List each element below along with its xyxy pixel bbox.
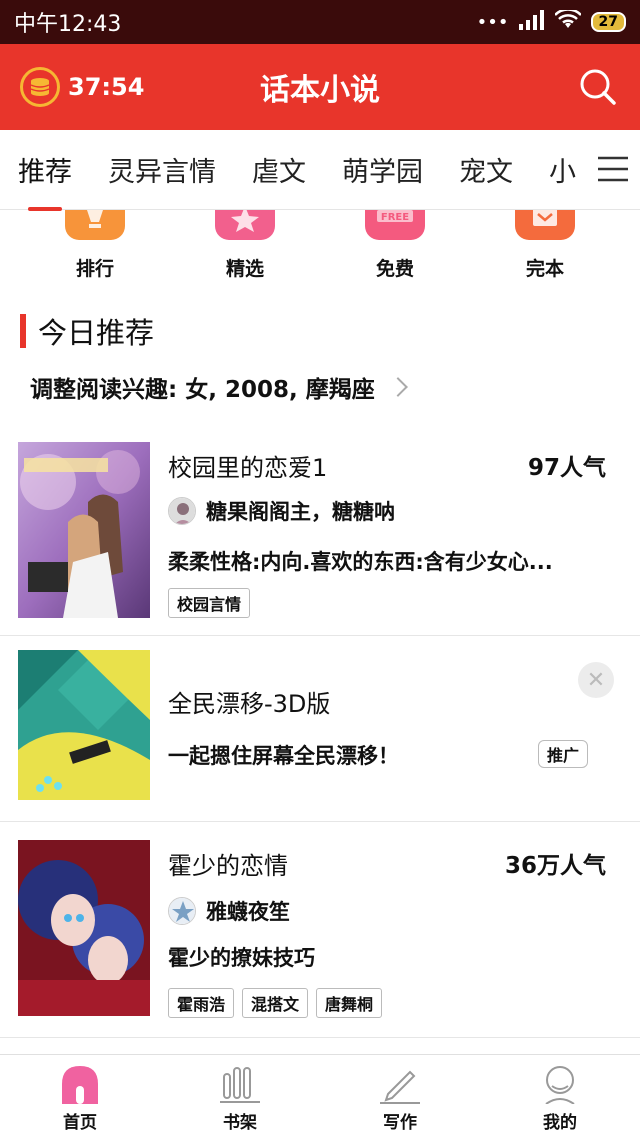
app-header: 37:54 话本小说	[0, 44, 640, 130]
status-icons: ••• 27	[476, 7, 626, 35]
ranking-icon	[65, 210, 125, 240]
ad-description: 一起摁住屏幕全民漂移！	[168, 744, 399, 768]
tab-pampered[interactable]: 宠文	[441, 150, 531, 189]
book-cover-image	[18, 840, 150, 1016]
section-accent-bar	[20, 314, 26, 348]
alarm-coin-icon	[20, 67, 60, 107]
author-avatar	[168, 897, 196, 925]
home-icon	[62, 1066, 98, 1104]
ad-card[interactable]: 全民漂移-3D版 ✕ 一起摁住屏幕全民漂移！ 推广	[0, 636, 640, 822]
book-card[interactable]: 霍少的恋情 36万人气 雅蠛夜笙 霍少的撩妹技巧 霍雨浩 混搭文 唐舞桐	[0, 822, 640, 1038]
shortcut-free[interactable]: FREE 免费	[340, 210, 450, 290]
chevron-right-icon	[387, 377, 408, 397]
search-button[interactable]	[576, 65, 620, 109]
book-popularity: 97人气	[527, 455, 606, 481]
timer-value: 37:54	[68, 73, 145, 101]
tag-list: 校园言情	[168, 588, 251, 618]
book-description: 柔柔性格:内向.喜欢的东西:含有少女心...	[168, 550, 553, 574]
author-names: 雅蠛夜笙	[206, 900, 290, 924]
tab-supernatural-romance[interactable]: 灵异言情	[90, 150, 234, 189]
tag-list: 霍雨浩 混搭文 唐舞桐	[168, 988, 383, 1018]
profile-icon	[545, 1066, 575, 1104]
nav-write[interactable]: 写作	[320, 1060, 480, 1133]
promotion-badge: 推广	[537, 740, 588, 768]
ad-cover-image	[18, 650, 150, 800]
battery-icon: 27	[590, 12, 626, 32]
pencil-icon	[380, 1070, 420, 1104]
tag[interactable]: 唐舞桐	[316, 988, 383, 1018]
book-title: 校园里的恋爱1	[168, 454, 328, 482]
signal-icon	[518, 9, 545, 35]
author-avatar	[168, 497, 196, 525]
star-icon	[215, 210, 275, 240]
shortcut-featured[interactable]: 精选	[190, 210, 300, 290]
bottom-nav: 首页 书架 写作 我的	[0, 1054, 640, 1138]
nav-home[interactable]: 首页	[0, 1060, 160, 1133]
section-header: 今日推荐	[20, 312, 154, 350]
nav-bookshelf[interactable]: 书架	[160, 1060, 320, 1133]
book-cover-image	[18, 442, 150, 618]
reading-timer[interactable]: 37:54	[20, 67, 144, 107]
completed-icon	[515, 210, 575, 240]
status-time: 中午12:43	[14, 12, 122, 37]
close-icon[interactable]: ✕	[578, 662, 614, 698]
shortcut-row: 排行 精选 FREE 免费 完本	[0, 210, 640, 290]
tag[interactable]: 霍雨浩	[168, 988, 235, 1018]
author-row: 糖果阁阁主，糖糖呐	[168, 496, 395, 526]
book-popularity: 36万人气	[504, 853, 606, 879]
adjust-interest-link[interactable]: 调整阅读兴趣: 女, 2008, 摩羯座	[30, 370, 408, 404]
book-card[interactable]: 校园里的恋爱1 97人气 糖果阁阁主，糖糖呐 柔柔性格:内向.喜欢的东西:含有少…	[0, 420, 640, 636]
ad-title: 全民漂移-3D版	[168, 690, 331, 718]
shortcut-completed[interactable]: 完本	[490, 210, 600, 290]
tab-recommend[interactable]: 推荐	[0, 150, 90, 211]
tab-school[interactable]: 萌学园	[324, 150, 441, 189]
book-title: 霍少的恋情	[168, 852, 288, 880]
notification-dots-icon: •••	[476, 11, 509, 33]
author-row: 雅蠛夜笙	[168, 896, 290, 926]
shortcut-ranking[interactable]: 排行	[40, 210, 150, 290]
tab-angst[interactable]: 虐文	[234, 150, 324, 189]
free-icon: FREE	[365, 210, 425, 240]
wifi-icon	[553, 7, 582, 35]
menu-icon[interactable]	[596, 152, 630, 186]
nav-profile[interactable]: 我的	[480, 1060, 640, 1133]
status-bar: 中午12:43 ••• 27	[0, 0, 640, 44]
bookshelf-icon	[220, 1067, 260, 1103]
svg-text:FREE: FREE	[381, 212, 409, 223]
search-icon	[580, 69, 616, 105]
author-names: 糖果阁阁主，糖糖呐	[206, 500, 395, 524]
book-description: 霍少的撩妹技巧	[168, 946, 315, 970]
section-title: 今日推荐	[38, 316, 155, 350]
tag[interactable]: 混搭文	[242, 988, 309, 1018]
category-tabs: 推荐 灵异言情 虐文 萌学园 宠文 小	[0, 130, 640, 211]
tag[interactable]: 校园言情	[168, 588, 251, 618]
tab-more[interactable]: 小	[531, 150, 594, 189]
